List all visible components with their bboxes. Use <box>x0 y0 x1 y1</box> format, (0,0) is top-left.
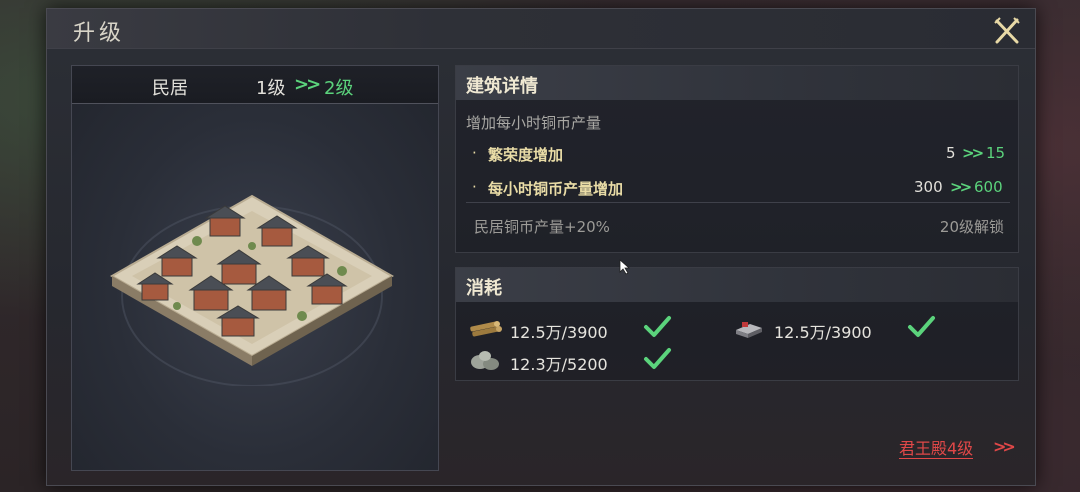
stat-current-value: 300 <box>914 178 943 196</box>
details-header: 建筑详情 <box>456 66 1018 100</box>
close-button[interactable] <box>991 15 1023 47</box>
locked-bonus-row: 民居铜币产量+20% 20级解锁 <box>474 214 1010 238</box>
building-preview: 民居 1级 >> 2级 <box>71 65 439 471</box>
level-arrow-icon: >> <box>294 74 321 95</box>
stat-next-value: 15 <box>986 144 1006 162</box>
stat-row-copper: · 每小时铜币产量增加 300 >> 600 <box>466 176 1010 202</box>
mouse-cursor-icon <box>619 259 631 275</box>
stat-arrow-icon: >> <box>950 178 972 196</box>
building-level-header: 民居 1级 >> 2级 <box>72 66 438 104</box>
requirement-link[interactable]: 君王殿4级 <box>899 435 974 459</box>
stat-arrow-icon: >> <box>962 144 984 162</box>
stat-current-value: 5 <box>946 144 956 162</box>
details-title: 建筑详情 <box>466 76 538 97</box>
stone-icon <box>471 351 499 370</box>
resource-stone: 12.3万/5200 <box>468 348 688 374</box>
current-level: 1级 <box>256 78 286 99</box>
bullet: · <box>472 144 477 162</box>
upgrade-dialog: 升级 民居 1级 >> 2级 建筑详情 增加每小时铜币产量 · 繁荣度增加 5 … <box>46 8 1036 486</box>
resource-iron: 12.5万/3900 <box>732 316 952 342</box>
building-illustration <box>109 194 395 386</box>
requirement-arrow-icon[interactable]: >> <box>993 437 1016 456</box>
stat-label: 每小时铜币产量增加 <box>488 180 624 198</box>
stat-label: 繁荣度增加 <box>488 146 564 164</box>
check-icon <box>908 316 935 337</box>
dialog-title: 升级 <box>73 21 126 46</box>
title-bar: 升级 <box>47 9 1035 49</box>
resource-amount: 12.5万/3900 <box>510 323 608 342</box>
resource-amount: 12.5万/3900 <box>774 323 872 342</box>
next-level: 2级 <box>324 78 354 99</box>
locked-bonus-label: 民居铜币产量+20% <box>474 218 610 236</box>
cost-header: 消耗 <box>456 268 1018 302</box>
resource-wood: 12.5万/3900 <box>468 316 688 342</box>
check-icon <box>644 348 671 369</box>
unlock-requirement: 20级解锁 <box>939 218 1004 236</box>
cost-section: 消耗 12.5万/3900 12.5万/3900 12.3万/5200 <box>455 267 1019 381</box>
close-icon <box>994 17 1020 44</box>
building-details-section: 建筑详情 增加每小时铜币产量 · 繁荣度增加 5 >> 15 · 每小时铜币产量… <box>455 65 1019 253</box>
iron-icon <box>736 322 762 338</box>
divider <box>466 202 1010 203</box>
wood-icon <box>470 321 502 337</box>
building-name: 民居 <box>152 78 188 99</box>
resource-amount: 12.3万/5200 <box>510 355 608 374</box>
stat-next-value: 600 <box>974 178 1003 196</box>
details-description: 增加每小时铜币产量 <box>466 114 602 132</box>
cost-title: 消耗 <box>466 278 502 299</box>
bullet: · <box>472 178 477 196</box>
stat-row-prosperity: · 繁荣度增加 5 >> 15 <box>466 142 1010 168</box>
check-icon <box>644 316 671 337</box>
